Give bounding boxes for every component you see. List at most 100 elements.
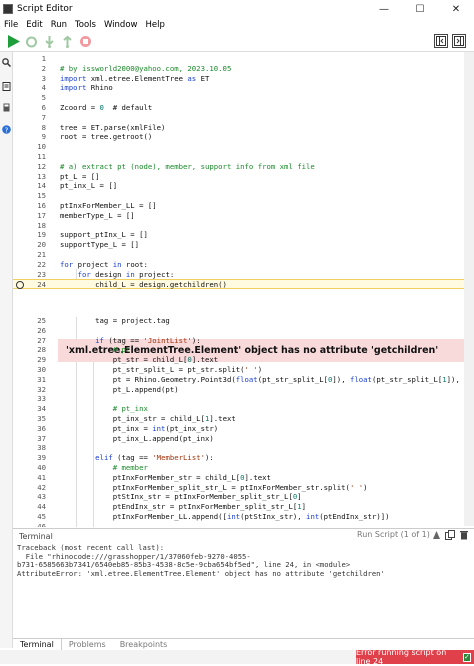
- code-line[interactable]: 30 pt_str_split_L = pt_str.split(' '): [13, 365, 474, 375]
- code-line[interactable]: 24 child_L = design.getchildren(): [13, 279, 474, 290]
- code-line[interactable]: 34 # pt_inx: [13, 404, 474, 414]
- svg-text:?: ?: [5, 126, 9, 134]
- code-line[interactable]: 13 pt_L = []: [13, 172, 474, 182]
- code-line[interactable]: 3 import xml.etree.ElementTree as ET: [13, 74, 474, 84]
- code-line[interactable]: 27 if (tag == 'JointList'):: [13, 336, 474, 346]
- line-number: 12: [37, 161, 46, 171]
- menu-tools[interactable]: Tools: [75, 20, 96, 30]
- code-line[interactable]: 17 memberType_L = []: [13, 211, 474, 221]
- help-icon[interactable]: ?: [1, 124, 12, 135]
- code-line[interactable]: 19 support_ptInx_L = []: [13, 230, 474, 240]
- code-line[interactable]: 14 pt_inx_L = []: [13, 181, 474, 191]
- line-number: 5: [41, 93, 46, 103]
- line-number: 36: [37, 423, 46, 433]
- code-line[interactable]: 42 ptInxForMember_split_str_L = ptInxFor…: [13, 483, 474, 493]
- menu-run[interactable]: Run: [51, 20, 67, 30]
- code-line[interactable]: 44 ptEndInx_str = ptInxForMember_split_s…: [13, 502, 474, 512]
- menu-file[interactable]: File: [4, 20, 18, 30]
- line-number: 18: [37, 220, 46, 230]
- line-number: 20: [37, 240, 46, 250]
- code-line[interactable]: 29 pt_str = child_L[0].text: [13, 355, 474, 365]
- line-number: 25: [37, 316, 46, 325]
- maximize-button[interactable]: ☐: [402, 0, 438, 18]
- run-script-selector[interactable]: Run Script (1 of 1): [357, 530, 430, 539]
- code-line[interactable]: 7: [13, 113, 474, 123]
- line-number: 17: [37, 210, 46, 220]
- layout-left-icon[interactable]: [434, 34, 448, 48]
- code-line[interactable]: 35 pt_inx_str = child_L[1].text: [13, 414, 474, 424]
- clear-icon[interactable]: [432, 531, 441, 540]
- code-line[interactable]: 41 ptInxForMember_str = child_L[0].text: [13, 473, 474, 483]
- minimize-button[interactable]: —: [366, 0, 402, 18]
- toolbar: [0, 31, 474, 52]
- editor-scrollbar[interactable]: [464, 52, 474, 526]
- code-line[interactable]: 21: [13, 250, 474, 260]
- status-error-text: Error running script on line 24: [356, 648, 447, 666]
- code-line[interactable]: 10: [13, 142, 474, 152]
- code-line[interactable]: 15: [13, 191, 474, 201]
- code-line[interactable]: 22 for project in root:: [13, 260, 474, 270]
- code-line[interactable]: 40 # member: [13, 463, 474, 473]
- code-line[interactable]: 37 pt_inx_L.append(pt_inx): [13, 434, 474, 444]
- code-line[interactable]: 31 pt = Rhino.Geometry.Point3d(float(pt_…: [13, 375, 474, 385]
- code-line[interactable]: 11: [13, 152, 474, 162]
- explorer-icon[interactable]: [1, 81, 12, 92]
- search-icon[interactable]: [1, 57, 12, 68]
- code-line[interactable]: 46: [13, 522, 474, 527]
- tab-problems[interactable]: Problems: [62, 639, 113, 650]
- code-line[interactable]: 16 ptInxForMember_LL = []: [13, 201, 474, 211]
- code-line[interactable]: 4 import Rhino: [13, 83, 474, 93]
- line-number: 7: [41, 112, 46, 122]
- code-line[interactable]: 8 tree = ET.parse(xmlFile): [13, 123, 474, 133]
- code-line[interactable]: 12 # a) extract pt (node), member, suppor…: [13, 162, 474, 172]
- code-line[interactable]: 6 Zcoord = 0 # default: [13, 103, 474, 113]
- restart-icon[interactable]: [23, 33, 39, 49]
- step-over-icon[interactable]: [41, 33, 57, 49]
- code-line[interactable]: 45 ptInxForMember_LL.append([int(ptStInx…: [13, 512, 474, 522]
- tab-terminal[interactable]: Terminal: [13, 639, 62, 650]
- code-line[interactable]: 23 for design in project:: [13, 270, 474, 280]
- code-line[interactable]: 38: [13, 443, 474, 453]
- step-out-icon[interactable]: [59, 33, 75, 49]
- menu-edit[interactable]: Edit: [26, 20, 42, 30]
- code-line[interactable]: 2 # by issworld2000@yahoo.com, 2023.10.05: [13, 64, 474, 74]
- status-error[interactable]: Error running script on line 24 ✓: [356, 648, 474, 666]
- code-line[interactable]: 28 # pt: [13, 345, 474, 355]
- line-code: # pt_inx: [60, 404, 148, 414]
- code-line[interactable]: 33: [13, 394, 474, 404]
- line-code: ptInxForMember_split_str_L = ptInxForMem…: [60, 482, 368, 492]
- code-line[interactable]: 36 pt_inx = int(pt_inx_str): [13, 424, 474, 434]
- line-code: ptInxForMember_LL.append([int(ptStInx_st…: [60, 512, 390, 521]
- code-line[interactable]: 25 tag = project.tag: [13, 316, 474, 326]
- close-button[interactable]: ✕: [438, 0, 474, 18]
- line-code: root = tree.getroot(): [60, 132, 153, 142]
- code-editor[interactable]: 1 2 # by issworld2000@yahoo.com, 2023.10.0…: [13, 52, 474, 527]
- code-line[interactable]: 9 root = tree.getroot(): [13, 132, 474, 142]
- line-number: 16: [37, 201, 46, 210]
- line-code: supportType_L = []: [60, 240, 140, 250]
- menu-help[interactable]: Help: [145, 20, 164, 30]
- line-code: # a) extract pt (node), member, support …: [60, 161, 315, 171]
- code-line[interactable]: 1: [13, 54, 474, 64]
- line-number: 38: [37, 443, 46, 453]
- layout-right-icon[interactable]: [452, 34, 466, 48]
- line-code: Zcoord = 0 # default: [60, 103, 153, 112]
- document-icon[interactable]: [1, 102, 12, 113]
- stop-icon[interactable]: [77, 33, 93, 49]
- copy-icon[interactable]: [445, 530, 455, 540]
- code-line[interactable]: 39 elif (tag == 'MemberList'):: [13, 453, 474, 463]
- trash-icon[interactable]: [459, 530, 469, 540]
- tab-breakpoints[interactable]: Breakpoints: [113, 639, 175, 650]
- code-line[interactable]: 43 ptStInx_str = ptInxForMember_split_st…: [13, 492, 474, 502]
- line-number: 30: [37, 365, 46, 374]
- menu-window[interactable]: Window: [104, 20, 138, 30]
- code-line[interactable]: 18: [13, 221, 474, 231]
- line-number: 45: [37, 512, 46, 521]
- code-line[interactable]: 20 supportType_L = []: [13, 240, 474, 250]
- line-code: support_ptInx_L = []: [60, 230, 148, 240]
- code-line[interactable]: 32 pt_L.append(pt): [13, 385, 474, 395]
- code-line[interactable]: 5: [13, 93, 474, 103]
- code-line[interactable]: 26: [13, 326, 474, 336]
- run-icon[interactable]: [5, 33, 21, 49]
- line-code: # by issworld2000@yahoo.com, 2023.10.05: [60, 63, 232, 73]
